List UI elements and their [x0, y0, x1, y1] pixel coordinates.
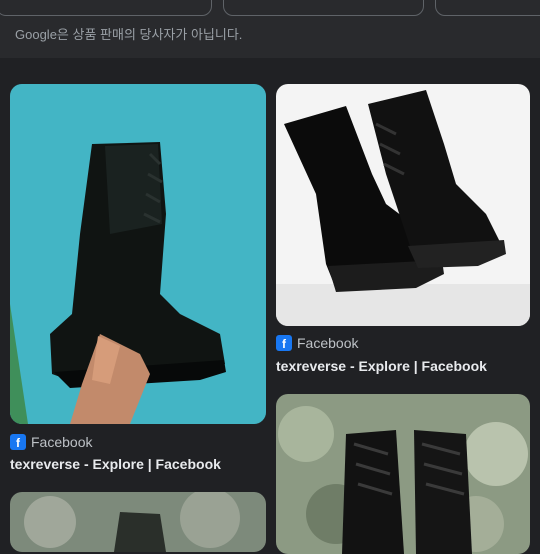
filter-chip[interactable]	[435, 0, 540, 16]
filter-chip[interactable]	[223, 0, 424, 16]
result-source-label: Facebook	[31, 434, 93, 450]
result-image-boots-ground[interactable]	[10, 492, 266, 552]
result-image-boots-camo[interactable]	[276, 394, 530, 554]
seller-disclaimer: Google은 상품 판매의 당사자가 아닙니다.	[15, 27, 243, 42]
facebook-icon: f	[276, 335, 292, 351]
result-source[interactable]: f Facebook	[276, 335, 358, 351]
result-title[interactable]: texreverse - Explore | Facebook	[10, 456, 221, 472]
result-image-boot-hand[interactable]	[10, 84, 266, 424]
result-title[interactable]: texreverse - Explore | Facebook	[276, 358, 487, 374]
result-image-boot-pair[interactable]	[276, 84, 530, 326]
result-source[interactable]: f Facebook	[10, 434, 92, 450]
result-source-label: Facebook	[297, 335, 359, 351]
filter-bar: Google은 상품 판매의 당사자가 아닙니다.	[0, 0, 540, 58]
filter-chip[interactable]	[0, 0, 212, 16]
facebook-icon: f	[10, 434, 26, 450]
